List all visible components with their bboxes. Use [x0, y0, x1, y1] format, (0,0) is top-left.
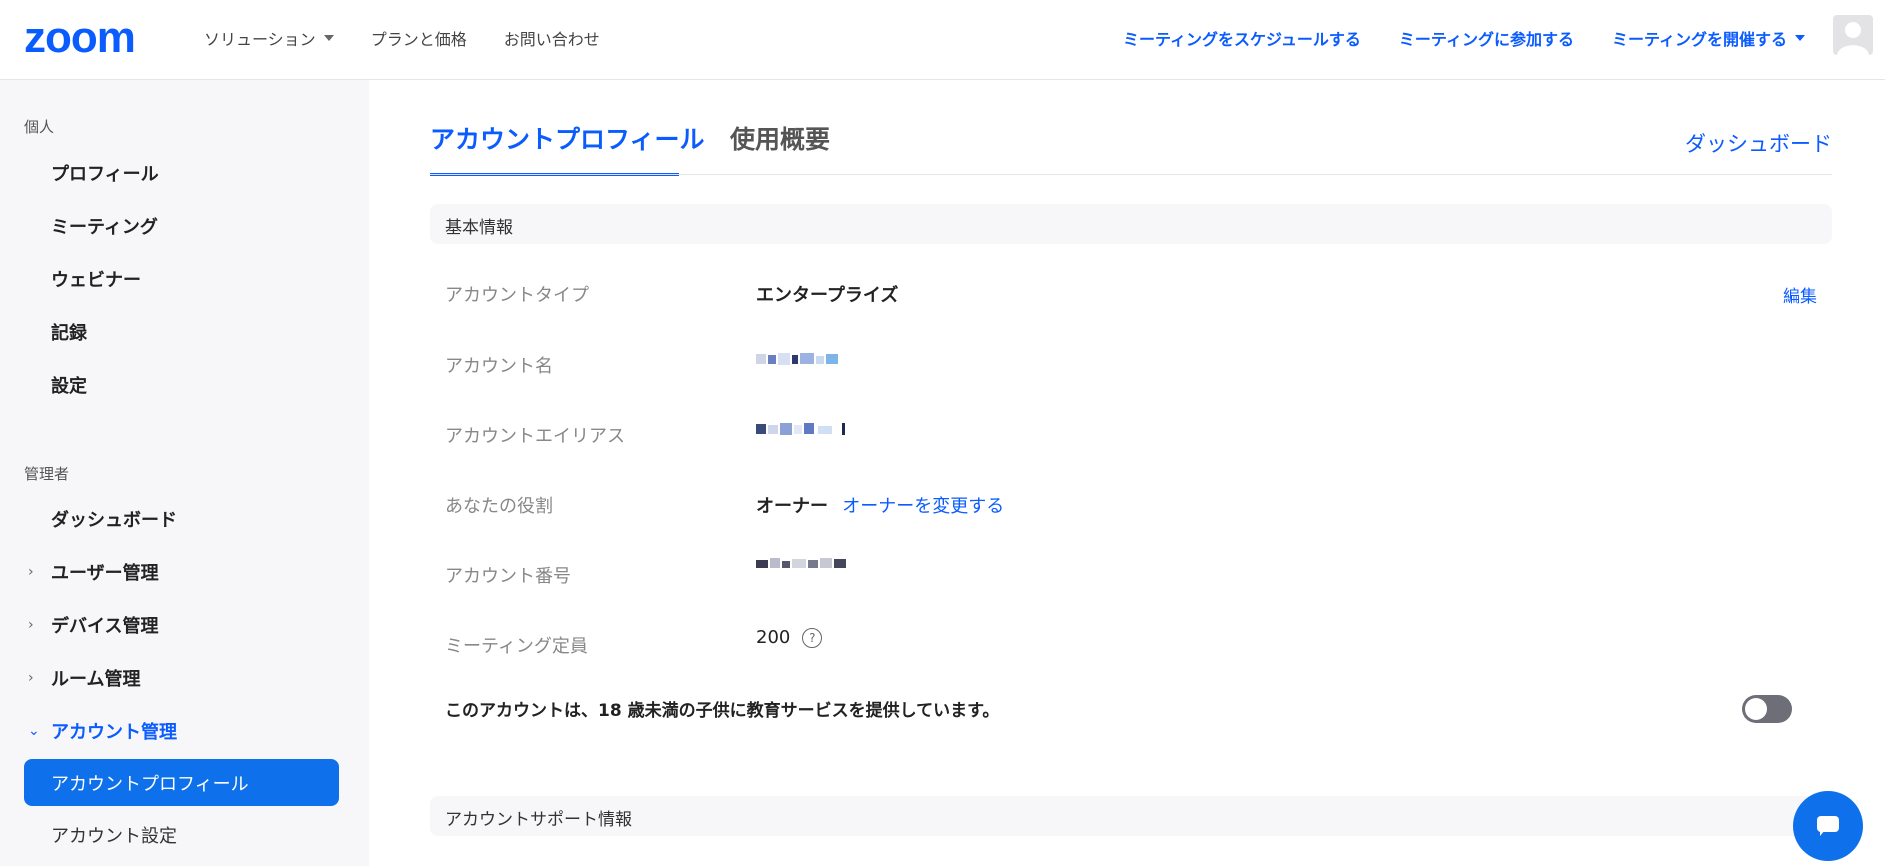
avatar[interactable] — [1833, 15, 1873, 55]
edit-account-type-link[interactable]: 編集 — [1783, 282, 1817, 307]
sidebar-item-settings[interactable]: 設定 — [51, 374, 87, 400]
account-name-redacted — [756, 353, 838, 365]
top-navbar: zoom ソリューション プランと価格 お問い合わせ ミーティングをスケジュール… — [0, 0, 1885, 80]
join-meeting-link[interactable]: ミーティングに参加する — [1399, 26, 1574, 50]
account-number-redacted — [756, 558, 846, 568]
sidebar-section-personal: 個人 — [24, 118, 55, 136]
chevron-down-icon: ⌄ — [28, 723, 40, 739]
chat-button[interactable] — [1793, 791, 1863, 861]
chevron-right-icon: › — [28, 670, 34, 686]
sidebar-subitem-account-profile[interactable]: アカウントプロフィール — [24, 759, 339, 806]
tab-divider — [430, 174, 1832, 175]
account-alias-label: アカウントエイリアス — [445, 426, 625, 447]
sidebar-item-profile[interactable]: プロフィール — [51, 162, 159, 188]
sidebar-subitem-label: アカウントプロフィール — [51, 774, 249, 795]
change-owner-link[interactable]: オーナーを変更する — [842, 496, 1004, 517]
role-value: オーナー オーナーを変更する — [756, 492, 1004, 518]
join-meeting-label: ミーティングに参加する — [1398, 30, 1574, 49]
education-toggle[interactable] — [1742, 695, 1792, 723]
dashboard-link[interactable]: ダッシュボード — [1685, 128, 1832, 158]
chevron-right-icon: › — [28, 564, 34, 580]
sidebar-item-webinars[interactable]: ウェビナー — [51, 268, 141, 294]
sidebar-item-recordings[interactable]: 記録 — [51, 321, 87, 347]
toggle-knob — [1745, 698, 1767, 720]
sidebar-item-user-mgmt[interactable]: ユーザー管理 — [51, 561, 159, 587]
role-label: あなたの役割 — [445, 496, 553, 517]
sidebar-item-account-mgmt[interactable]: アカウント管理 — [51, 720, 177, 746]
host-meeting-menu[interactable]: ミーティングを開催する — [1612, 26, 1805, 50]
sidebar-item-dashboard[interactable]: ダッシュボード — [51, 508, 177, 534]
nav-solutions[interactable]: ソリューション — [204, 26, 334, 50]
account-type-label: アカウントタイプ — [445, 285, 589, 306]
sidebar-item-room-mgmt[interactable]: ルーム管理 — [51, 667, 140, 693]
host-meeting-label: ミーティングを開催する — [1611, 30, 1787, 49]
user-icon — [1837, 22, 1869, 55]
zoom-logo[interactable]: zoom — [24, 18, 164, 58]
schedule-meeting-label: ミーティングをスケジュールする — [1122, 30, 1361, 49]
nav-contact[interactable]: お問い合わせ — [504, 26, 600, 50]
chevron-down-icon — [1795, 35, 1805, 41]
svg-text:zoom: zoom — [24, 18, 135, 58]
chevron-right-icon: › — [28, 617, 34, 633]
section-header-basic-info: 基本情報 — [430, 204, 1832, 244]
nav-plans[interactable]: プランと価格 — [371, 26, 467, 50]
role-value-text: オーナー — [756, 496, 828, 517]
tab-account-profile[interactable]: アカウントプロフィール — [430, 120, 705, 156]
sidebar-section-admin: 管理者 — [24, 465, 70, 483]
account-type-value: エンタープライズ — [756, 285, 899, 306]
chat-icon-tail — [1820, 830, 1825, 836]
section-title: 基本情報 — [445, 218, 513, 238]
section-header-support-info: アカウントサポート情報 — [430, 796, 1832, 836]
meeting-capacity-value: 200? — [756, 627, 823, 648]
education-notice: このアカウントは、18 歳未満の子供に教育サービスを提供しています。 — [445, 701, 1000, 721]
schedule-meeting-link[interactable]: ミーティングをスケジュールする — [1123, 26, 1361, 50]
meeting-capacity-label: ミーティング定員 — [445, 636, 588, 657]
account-number-label: アカウント番号 — [445, 566, 571, 587]
nav-plans-label: プランと価格 — [370, 30, 467, 49]
help-icon[interactable]: ? — [802, 628, 823, 648]
chevron-down-icon — [323, 35, 334, 41]
nav-solutions-label: ソリューション — [204, 30, 316, 49]
account-name-label: アカウント名 — [445, 356, 553, 377]
sidebar-item-device-mgmt[interactable]: デバイス管理 — [51, 614, 158, 640]
sidebar-item-meetings[interactable]: ミーティング — [51, 215, 158, 241]
meeting-capacity-number: 200 — [756, 627, 791, 648]
sidebar: 個人 プロフィール ミーティング ウェビナー 記録 設定 管理者 ダッシュボード… — [0, 80, 369, 866]
nav-contact-label: お問い合わせ — [503, 30, 600, 49]
tab-usage-summary[interactable]: 使用概要 — [730, 120, 830, 156]
section-title: アカウントサポート情報 — [445, 810, 632, 830]
account-alias-redacted — [756, 423, 845, 435]
sidebar-subitem-account-settings[interactable]: アカウント設定 — [51, 822, 177, 848]
